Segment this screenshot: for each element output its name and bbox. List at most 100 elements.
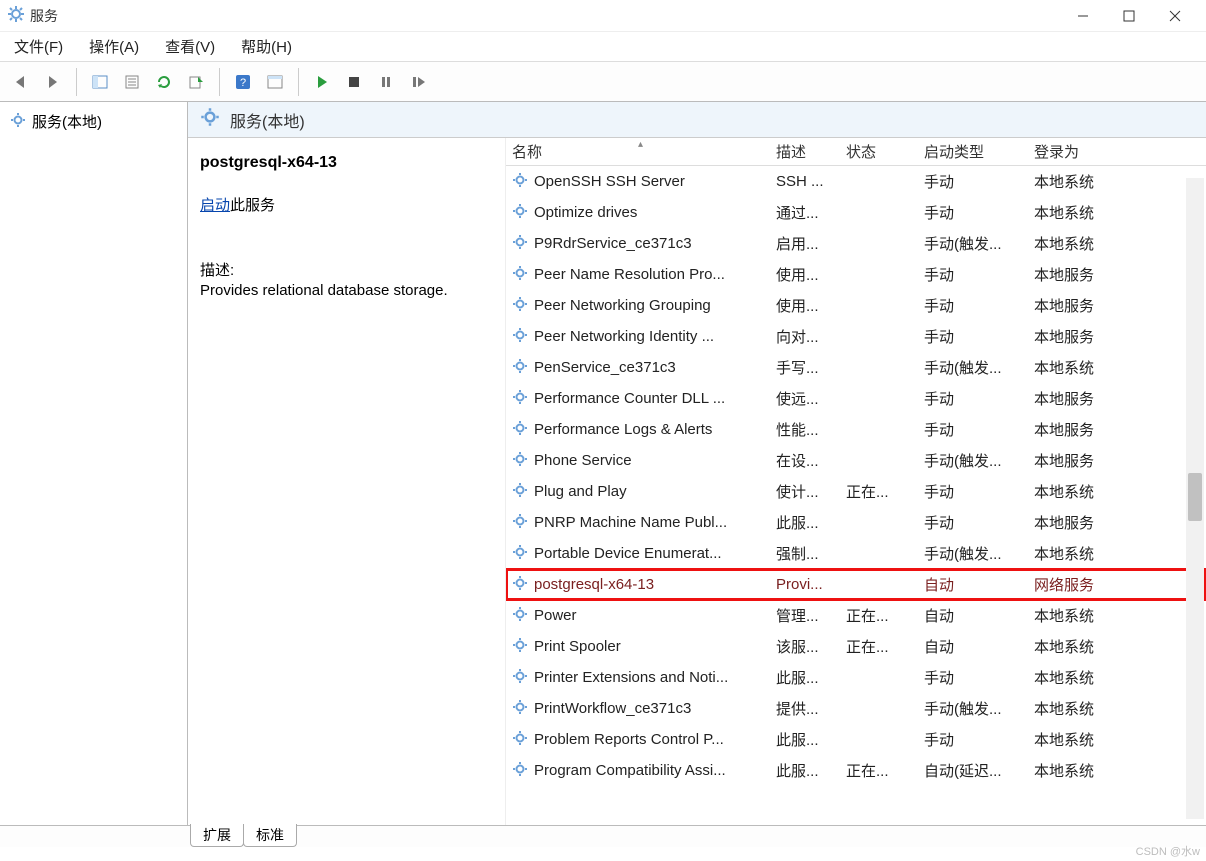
service-desc: 通过...: [770, 202, 840, 223]
service-row[interactable]: Peer Name Resolution Pro...使用...手动本地服务: [506, 259, 1206, 290]
service-name: postgresql-x64-13: [534, 576, 654, 593]
gear-icon: [512, 296, 528, 316]
maximize-button[interactable]: [1106, 0, 1152, 32]
service-row[interactable]: PrintWorkflow_ce371c3提供...手动(触发...本地系统: [506, 693, 1206, 724]
service-start: 手动: [918, 264, 1028, 285]
service-login: 本地服务: [1028, 450, 1206, 471]
service-desc: 管理...: [770, 605, 840, 626]
col-header-status[interactable]: 状态: [840, 141, 918, 162]
refresh-button[interactable]: [149, 67, 179, 97]
service-desc: 提供...: [770, 698, 840, 719]
service-start: 手动: [918, 326, 1028, 347]
service-name: Portable Device Enumerat...: [534, 545, 722, 562]
service-status: 正在...: [840, 605, 918, 626]
service-row[interactable]: P9RdrService_ce371c3启用...手动(触发...本地系统: [506, 228, 1206, 259]
gear-icon: [512, 575, 528, 595]
service-rows: OpenSSH SSH ServerSSH ...手动本地系统Optimize …: [506, 166, 1206, 825]
service-row[interactable]: Peer Networking Grouping使用...手动本地服务: [506, 290, 1206, 321]
service-start: 手动(触发...: [918, 233, 1028, 254]
minimize-button[interactable]: [1060, 0, 1106, 32]
scrollbar-thumb[interactable]: [1188, 473, 1202, 521]
service-start: 自动: [918, 636, 1028, 657]
service-desc: 在设...: [770, 450, 840, 471]
service-login: 本地服务: [1028, 419, 1206, 440]
service-row[interactable]: Plug and Play使计...正在...手动本地系统: [506, 476, 1206, 507]
menu-file[interactable]: 文件(F): [10, 33, 67, 60]
menu-help[interactable]: 帮助(H): [237, 33, 296, 60]
pause-service-button[interactable]: [371, 67, 401, 97]
gear-icon: [200, 107, 220, 132]
forward-button[interactable]: [38, 67, 68, 97]
titlebar: 服务: [0, 0, 1206, 32]
service-status: 正在...: [840, 636, 918, 657]
col-header-desc[interactable]: 描述: [770, 141, 840, 162]
service-start: 手动(触发...: [918, 450, 1028, 471]
service-row[interactable]: PenService_ce371c3手写...手动(触发...本地系统: [506, 352, 1206, 383]
start-service-button[interactable]: [307, 67, 337, 97]
gear-icon: [512, 668, 528, 688]
close-button[interactable]: [1152, 0, 1198, 32]
tab-standard[interactable]: 标准: [243, 824, 297, 847]
right-header-label: 服务(本地): [230, 108, 305, 132]
restart-service-button[interactable]: [403, 67, 433, 97]
service-row[interactable]: Phone Service在设...手动(触发...本地服务: [506, 445, 1206, 476]
stop-service-button[interactable]: [339, 67, 369, 97]
gear-icon: [512, 730, 528, 750]
service-start: 手动(触发...: [918, 698, 1028, 719]
gear-icon: [512, 544, 528, 564]
app-gear-icon: [8, 6, 24, 25]
back-button[interactable]: [6, 67, 36, 97]
service-row[interactable]: Performance Logs & Alerts性能...手动本地服务: [506, 414, 1206, 445]
tree-node-services-local[interactable]: 服务(本地): [0, 108, 187, 135]
service-login: 本地系统: [1028, 605, 1206, 626]
help-button[interactable]: ?: [228, 67, 258, 97]
service-row[interactable]: OpenSSH SSH ServerSSH ...手动本地系统: [506, 166, 1206, 197]
sort-asc-icon: ▴: [638, 139, 643, 150]
start-service-line: 启动此服务: [200, 194, 493, 215]
right-pane: 服务(本地) postgresql-x64-13 启动此服务 描述: Provi…: [188, 102, 1206, 825]
service-row[interactable]: Portable Device Enumerat...强制...手动(触发...…: [506, 538, 1206, 569]
service-name: PrintWorkflow_ce371c3: [534, 700, 691, 717]
right-header: 服务(本地): [188, 102, 1206, 138]
service-start: 手动(触发...: [918, 357, 1028, 378]
vertical-scrollbar[interactable]: [1186, 178, 1204, 819]
service-login: 本地服务: [1028, 295, 1206, 316]
col-header-start[interactable]: 启动类型: [918, 141, 1028, 162]
export-list-button[interactable]: [181, 67, 211, 97]
service-row[interactable]: Performance Counter DLL ...使远...手动本地服务: [506, 383, 1206, 414]
gear-icon: [512, 234, 528, 254]
detail-pane: postgresql-x64-13 启动此服务 描述: Provides rel…: [188, 138, 506, 825]
service-start: 手动: [918, 667, 1028, 688]
menu-action[interactable]: 操作(A): [85, 33, 143, 60]
show-hide-tree-button[interactable]: [85, 67, 115, 97]
service-row[interactable]: postgresql-x64-13Provi...自动网络服务: [506, 569, 1206, 600]
service-row[interactable]: Print Spooler该服...正在...自动本地系统: [506, 631, 1206, 662]
service-desc: 使远...: [770, 388, 840, 409]
col-header-login[interactable]: 登录为: [1028, 141, 1206, 162]
service-desc: 向对...: [770, 326, 840, 347]
right-content: postgresql-x64-13 启动此服务 描述: Provides rel…: [188, 138, 1206, 825]
tree-node-label: 服务(本地): [32, 111, 102, 132]
properties-button[interactable]: [117, 67, 147, 97]
watermark: CSDN @水w: [1136, 843, 1200, 859]
service-row[interactable]: Program Compatibility Assi...此服...正在...自…: [506, 755, 1206, 786]
service-desc: 性能...: [770, 419, 840, 440]
view-button[interactable]: [260, 67, 290, 97]
service-row[interactable]: Optimize drives通过...手动本地系统: [506, 197, 1206, 228]
gear-icon: [512, 358, 528, 378]
service-login: 本地系统: [1028, 171, 1206, 192]
service-row[interactable]: PNRP Machine Name Publ...此服...手动本地服务: [506, 507, 1206, 538]
menu-view[interactable]: 查看(V): [161, 33, 219, 60]
start-service-link[interactable]: 启动: [200, 197, 230, 214]
service-desc: 强制...: [770, 543, 840, 564]
service-row[interactable]: Peer Networking Identity ...向对...手动本地服务: [506, 321, 1206, 352]
gear-icon: [512, 327, 528, 347]
gear-icon: [512, 637, 528, 657]
tab-extended[interactable]: 扩展: [190, 824, 244, 847]
list-pane: ▴名称 描述 状态 启动类型 登录为 OpenSSH SSH ServerSSH…: [506, 138, 1206, 825]
col-header-name[interactable]: ▴名称: [506, 141, 770, 162]
service-row[interactable]: Power管理...正在...自动本地系统: [506, 600, 1206, 631]
service-name: Plug and Play: [534, 483, 627, 500]
service-row[interactable]: Problem Reports Control P...此服...手动本地系统: [506, 724, 1206, 755]
service-row[interactable]: Printer Extensions and Noti...此服...手动本地系…: [506, 662, 1206, 693]
